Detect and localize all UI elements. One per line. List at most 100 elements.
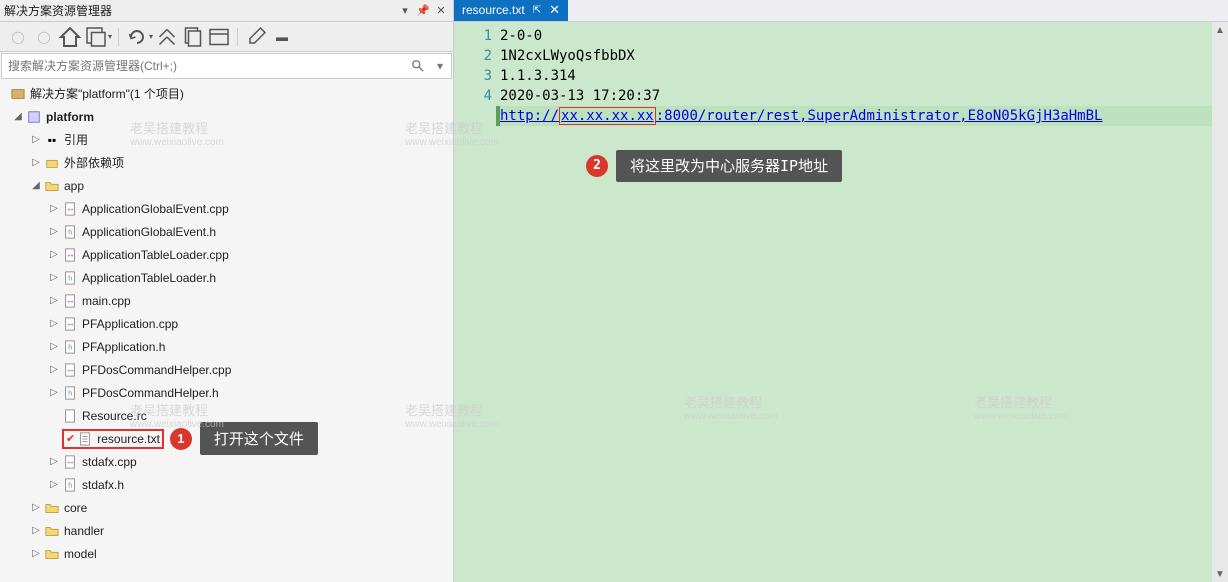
- expander-closed-icon[interactable]: ▷: [46, 203, 62, 214]
- search-input[interactable]: [2, 59, 407, 73]
- annotation-callout-2: 将这里改为中心服务器IP地址: [616, 150, 842, 182]
- h-file-icon: h: [62, 477, 78, 493]
- pin-icon[interactable]: 📌: [415, 3, 431, 19]
- expander-closed-icon[interactable]: ▷: [46, 295, 62, 306]
- cpp-file-icon: ++: [62, 247, 78, 263]
- expander-closed-icon[interactable]: ▷: [46, 249, 62, 260]
- folder-handler-node[interactable]: ▷handler: [0, 519, 453, 542]
- url-suffix: :8000/router/rest,SuperAdministrator,E8o…: [656, 108, 1103, 124]
- expander-closed-icon[interactable]: ▷: [46, 364, 62, 375]
- line-number: 1: [454, 26, 492, 46]
- expander-closed-icon[interactable]: ▷: [46, 318, 62, 329]
- expander-closed-icon[interactable]: ▷: [28, 525, 44, 536]
- file-node[interactable]: ▷hPFApplication.h: [0, 335, 453, 358]
- expander-closed-icon[interactable]: ▷: [28, 548, 44, 559]
- expander-closed-icon[interactable]: ▷: [28, 157, 44, 168]
- expander-closed-icon[interactable]: ▷: [46, 272, 62, 283]
- checkmark-icon: ✔: [66, 432, 75, 445]
- h-file-icon: h: [62, 224, 78, 240]
- folder-label: core: [64, 501, 87, 515]
- nav-back-icon: ◯: [6, 25, 30, 49]
- close-panel-icon[interactable]: ✕: [433, 3, 449, 19]
- tab-resource-txt[interactable]: resource.txt ⇱ ✕: [454, 0, 568, 21]
- file-label: PFDosCommandHelper.cpp: [82, 363, 231, 377]
- editor-area[interactable]: 1 2 3 4 2-0-0 1N2cxLWyoQsfbbDX 1.1.3.314…: [454, 22, 1228, 582]
- tab-close-icon[interactable]: ✕: [549, 2, 560, 18]
- home-icon[interactable]: [58, 25, 82, 49]
- scroll-down-icon[interactable]: ▼: [1212, 566, 1228, 582]
- search-row: ▾: [1, 53, 452, 79]
- project-label: platform: [46, 110, 94, 124]
- chevron-down-icon[interactable]: ▾: [108, 32, 112, 41]
- h-file-icon: h: [62, 339, 78, 355]
- file-node[interactable]: ▷++PFDosCommandHelper.cpp: [0, 358, 453, 381]
- expander-closed-icon[interactable]: ▷: [46, 387, 62, 398]
- file-node[interactable]: ▷ ++ ApplicationTableLoader.cpp: [0, 243, 453, 266]
- url-ip-highlight: xx.xx.xx.xx: [559, 107, 656, 125]
- file-node[interactable]: ▷h stdafx.h: [0, 473, 453, 496]
- nav-forward-icon: ◯: [32, 25, 56, 49]
- chevron-down-icon[interactable]: ▾: [149, 32, 153, 41]
- sync-view-icon[interactable]: [84, 25, 108, 49]
- external-icon: [44, 155, 60, 171]
- annotation-badge-1: 1: [170, 428, 192, 450]
- collapse-all-icon[interactable]: [155, 25, 179, 49]
- search-dropdown-icon[interactable]: ▾: [429, 59, 451, 73]
- folder-model-node[interactable]: ▷ model: [0, 542, 453, 565]
- folder-app-node[interactable]: ◢ app: [0, 174, 453, 197]
- external-deps-node[interactable]: ▷ 外部依赖项: [0, 151, 453, 174]
- show-all-files-icon[interactable]: [181, 25, 205, 49]
- refresh-icon[interactable]: [125, 25, 149, 49]
- project-node[interactable]: ◢ platform: [0, 105, 453, 128]
- file-label: ApplicationTableLoader.cpp: [82, 248, 229, 262]
- cpp-file-icon: ++: [62, 293, 78, 309]
- expander-closed-icon[interactable]: ▷: [28, 134, 44, 145]
- tab-label: resource.txt: [462, 3, 525, 17]
- file-node[interactable]: ▷hPFDosCommandHelper.h: [0, 381, 453, 404]
- line-number-gutter: 1 2 3 4: [454, 22, 500, 582]
- file-node-resource-txt[interactable]: ✔ resource.txt 1 打开这个文件: [0, 427, 453, 450]
- search-icon[interactable]: [407, 59, 429, 73]
- file-node[interactable]: ▷ ++ PFApplication.cpp: [0, 312, 453, 335]
- svg-text:++: ++: [67, 253, 73, 259]
- file-node[interactable]: ▷hApplicationTableLoader.h: [0, 266, 453, 289]
- tab-pin-icon[interactable]: ⇱: [533, 5, 541, 16]
- expander-closed-icon[interactable]: ▷: [46, 456, 62, 467]
- folder-app-label: app: [64, 179, 84, 193]
- annotation-badge-2: 2: [586, 155, 608, 177]
- solution-toolbar: ◯ ◯ ▾ ▾ ▬: [0, 22, 453, 52]
- expander-closed-icon[interactable]: ▷: [28, 502, 44, 513]
- solution-node[interactable]: 解决方案"platform"(1 个项目): [0, 82, 453, 105]
- editor-panel: resource.txt ⇱ ✕ 1 2 3 4 2-0-0 1N2cxLWyo…: [454, 0, 1228, 582]
- svg-text:++: ++: [67, 322, 73, 328]
- vertical-scrollbar[interactable]: ▲ ▼: [1212, 22, 1228, 582]
- code-area[interactable]: 2-0-0 1N2cxLWyoQsfbbDX 1.1.3.314 2020-03…: [500, 22, 1228, 582]
- preview-icon[interactable]: [207, 25, 231, 49]
- window-options-dropdown-icon[interactable]: ▾: [397, 3, 413, 19]
- file-label: stdafx.h: [82, 478, 124, 492]
- file-node[interactable]: ▷++ApplicationGlobalEvent.cpp: [0, 197, 453, 220]
- folder-core-node[interactable]: ▷ core: [0, 496, 453, 519]
- expander-closed-icon[interactable]: ▷: [46, 341, 62, 352]
- toggle-icon[interactable]: ▬: [270, 25, 294, 49]
- file-label: PFApplication.cpp: [82, 317, 178, 331]
- expander-closed-icon[interactable]: ▷: [46, 226, 62, 237]
- editor-tab-bar: resource.txt ⇱ ✕: [454, 0, 1228, 22]
- cpp-file-icon: ++: [62, 201, 78, 217]
- folder-label: model: [64, 547, 97, 561]
- svg-text:++: ++: [67, 460, 73, 466]
- scroll-up-icon[interactable]: ▲: [1212, 22, 1228, 38]
- code-line: 1N2cxLWyoQsfbbDX: [500, 46, 1228, 66]
- solution-icon: [10, 86, 26, 102]
- file-node[interactable]: ▷++main.cpp: [0, 289, 453, 312]
- expander-open-icon[interactable]: ◢: [28, 180, 44, 191]
- expander-closed-icon[interactable]: ▷: [46, 479, 62, 490]
- properties-icon[interactable]: [244, 25, 268, 49]
- cpp-file-icon: ++: [62, 454, 78, 470]
- solution-tree[interactable]: 解决方案"platform"(1 个项目) ◢ platform ▷ ▪▪ 引用…: [0, 80, 453, 582]
- expander-open-icon[interactable]: ◢: [10, 111, 26, 122]
- change-indicator: [496, 106, 500, 126]
- references-node[interactable]: ▷ ▪▪ 引用: [0, 128, 453, 151]
- file-node[interactable]: ▷hApplicationGlobalEvent.h: [0, 220, 453, 243]
- code-line: 1.1.3.314: [500, 66, 1228, 86]
